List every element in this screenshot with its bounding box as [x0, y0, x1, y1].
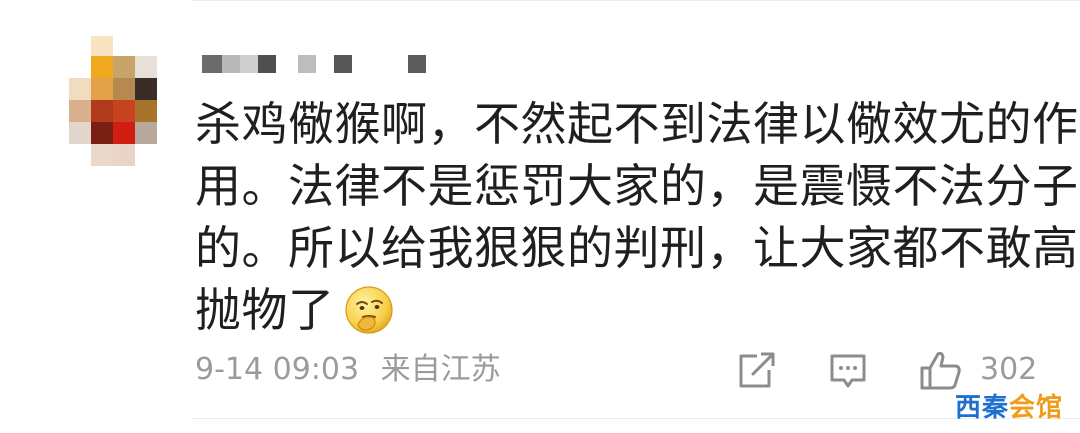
like-count: 302 — [980, 352, 1038, 387]
username-obscured[interactable] — [202, 55, 442, 75]
comment-line: 的。所以给我狠狠的判刑，让大家都不敢高空 — [195, 221, 1080, 275]
comment-line: 用。法律不是惩罚大家的，是震慑不法分子 — [195, 159, 1079, 213]
comment-text: 杀鸡儆猴啊，不然起不到法律以儆效尤的作 用。法律不是惩罚大家的，是震慑不法分子 … — [195, 93, 1080, 341]
thumbs-up-icon[interactable] — [918, 348, 964, 392]
comment-line-last: 抛物了 — [195, 279, 1055, 341]
thinking-face-emoji — [344, 286, 393, 334]
avatar[interactable] — [52, 36, 164, 166]
top-divider — [192, 0, 1080, 1]
comment-meta: 9-14 09:03 来自江苏 — [195, 350, 501, 390]
share-icon[interactable] — [735, 348, 775, 392]
watermark-part2: 会馆 — [1009, 393, 1064, 423]
bottom-divider — [192, 418, 1080, 419]
comment-timestamp: 9-14 09:03 — [195, 352, 360, 387]
comment-line-text: 抛物了 — [195, 283, 335, 337]
watermark: 西秦会馆 — [955, 391, 1063, 425]
comment-line: 杀鸡儆猴啊，不然起不到法律以儆效尤的作 — [195, 97, 1079, 151]
comment-location: 来自江苏 — [380, 352, 501, 387]
comment-icon[interactable] — [828, 348, 868, 392]
watermark-part1: 西秦 — [955, 393, 1010, 423]
